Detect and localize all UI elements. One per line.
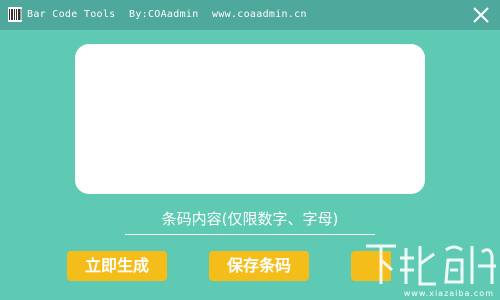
- barcode-content-field: [125, 206, 375, 235]
- barcode-preview: [75, 44, 425, 194]
- close-button[interactable]: [470, 4, 492, 26]
- barcode-content-input[interactable]: [125, 206, 375, 232]
- app-title: Bar Code Tools: [27, 9, 116, 20]
- app-window: Bar Code Tools By:COAadmin www.coaadmin.…: [0, 0, 500, 300]
- watermark-text: www.xiazaiba.com: [403, 289, 494, 298]
- website-label: www.coaadmin.cn: [212, 9, 307, 20]
- close-icon: [473, 7, 489, 23]
- author-label: By:COAadmin: [129, 9, 199, 20]
- title-bar[interactable]: Bar Code Tools By:COAadmin www.coaadmin.…: [0, 0, 500, 30]
- third-button[interactable]: [351, 251, 391, 281]
- generate-button[interactable]: 立即生成: [67, 251, 167, 281]
- barcode-icon: [8, 7, 22, 22]
- save-barcode-button[interactable]: 保存条码: [209, 251, 309, 281]
